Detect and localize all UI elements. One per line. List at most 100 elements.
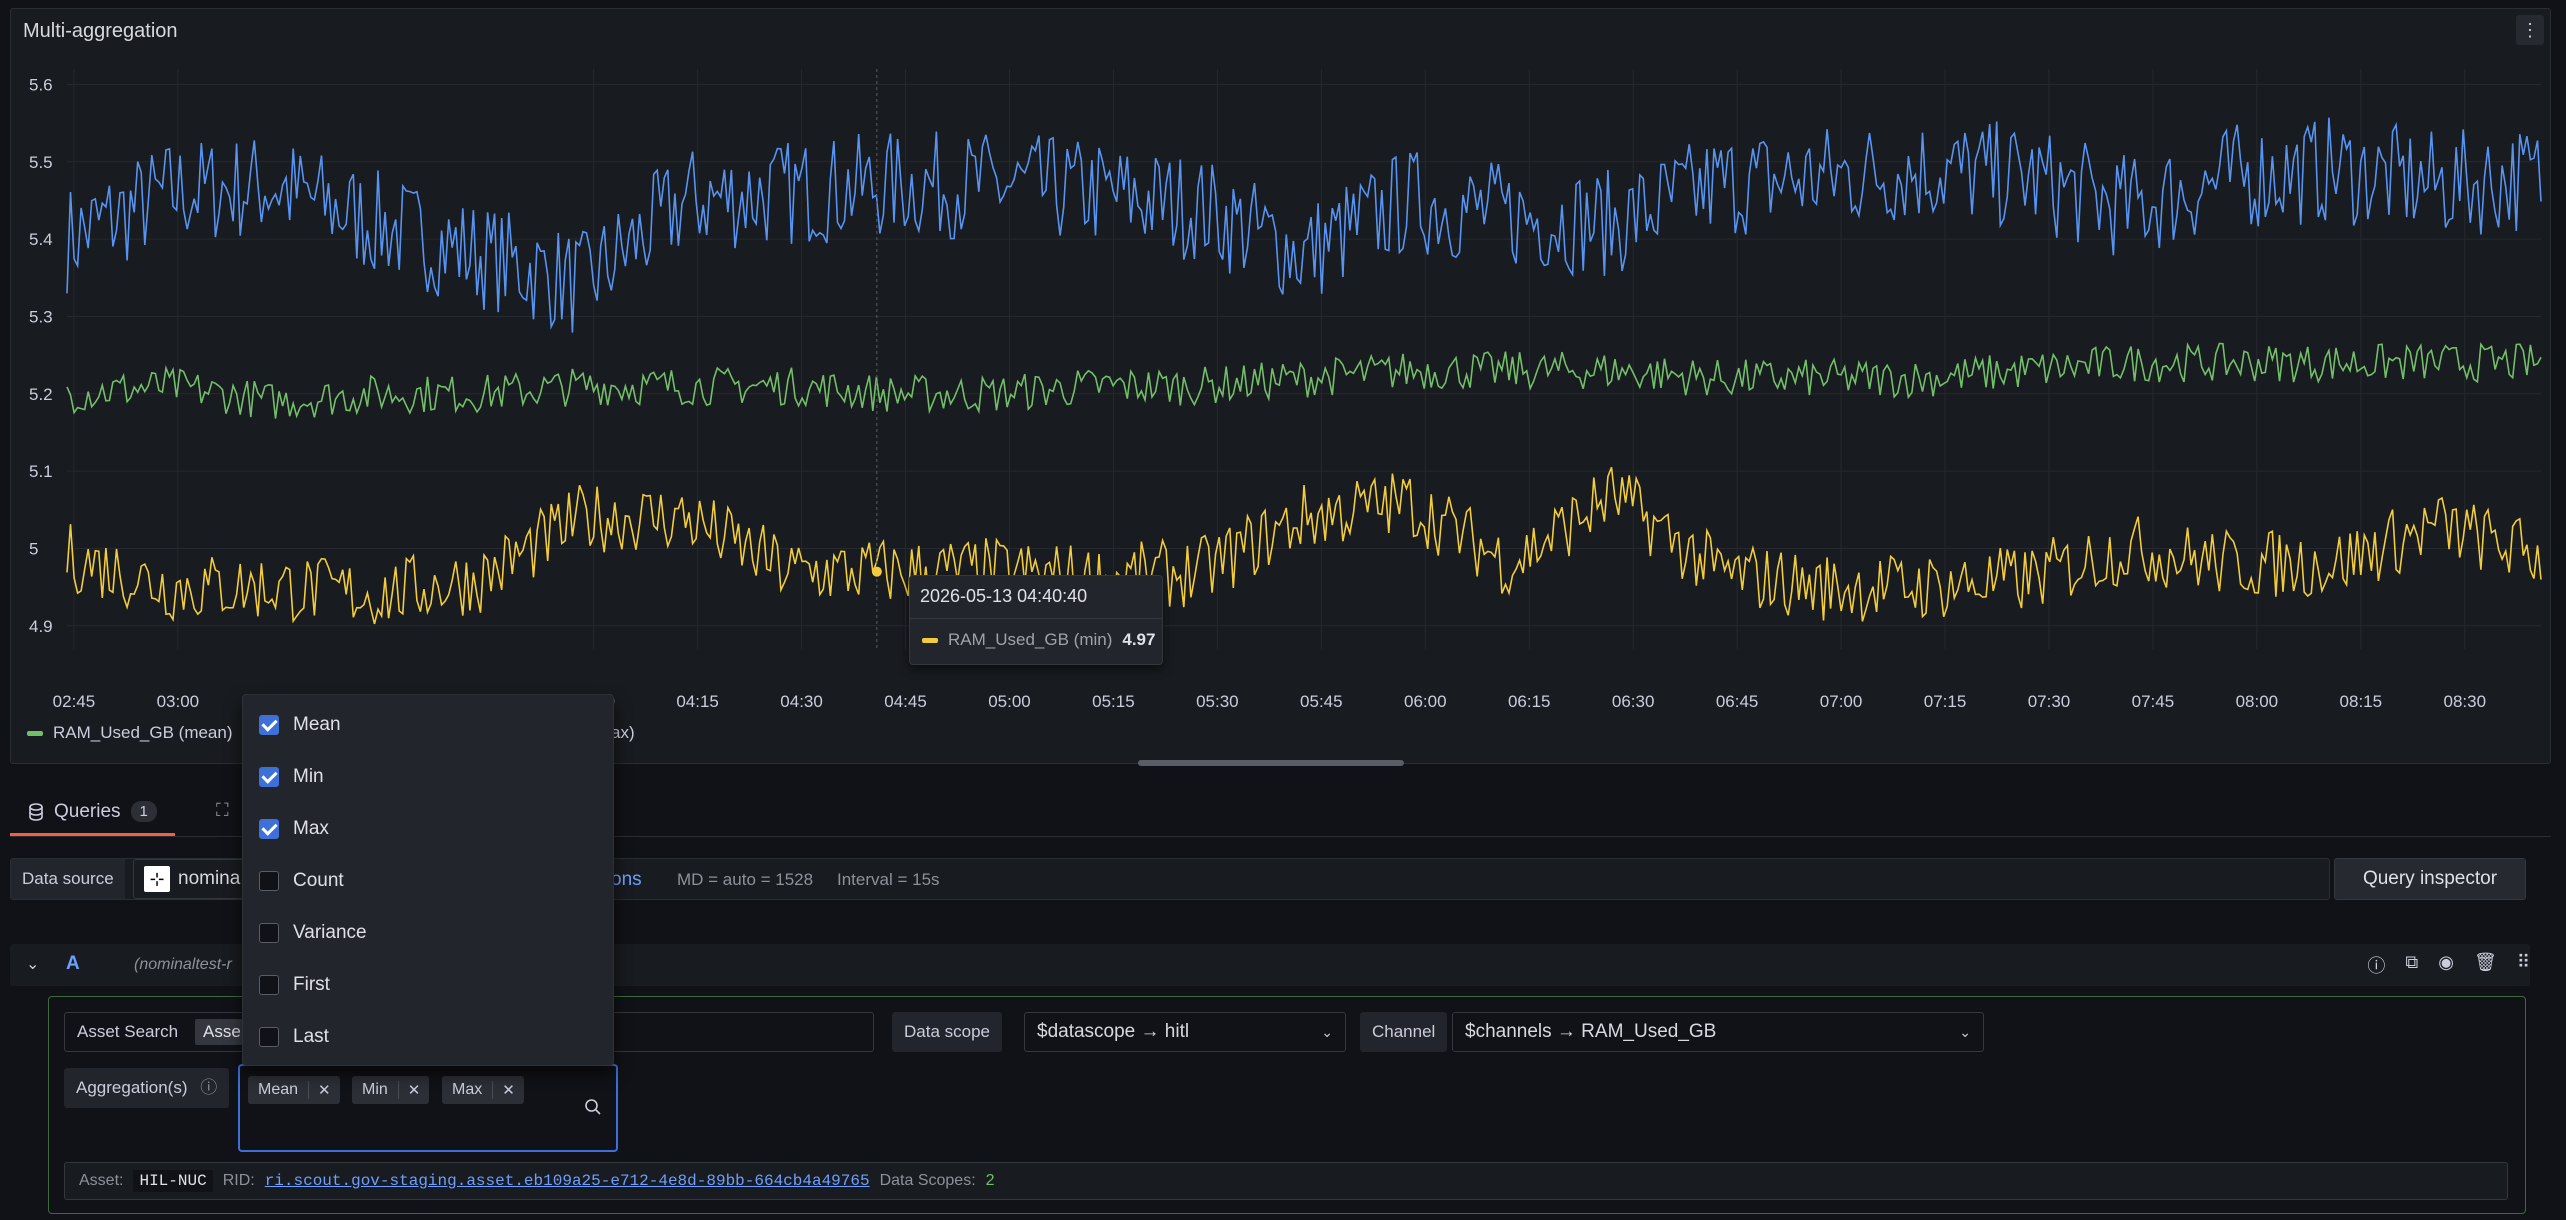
- panel: Multi-aggregation ⋮ 4.9 5 5.1 5.2 5.3 5.4 5.5 5…: [10, 8, 2551, 764]
- x-tick-label: 06:00: [1404, 692, 1447, 709]
- drag-handle-icon[interactable]: ⠿: [2517, 952, 2530, 978]
- query-description: (nominaltest-r: [134, 956, 232, 973]
- rid-link[interactable]: ri.scout.gov-staging.asset.eb109a25-e712…: [265, 1172, 870, 1190]
- search-icon: [585, 1099, 601, 1115]
- datascopes-count: 2: [985, 1172, 995, 1189]
- asset-label: Asset:: [79, 1172, 124, 1189]
- query-actions: ⓘ ⧉ ◉ 🗑 ⠿: [2367, 952, 2530, 978]
- query-letter[interactable]: A: [66, 953, 80, 975]
- query-options-link[interactable]: ons: [611, 869, 642, 891]
- tooltip-series: RAM_Used_GB (min): [948, 630, 1113, 649]
- x-tick-label: 03:00: [157, 692, 200, 709]
- y-tick-label: 5.4: [29, 230, 53, 249]
- datasource-name: nomina: [178, 868, 241, 889]
- dropdown-item-variance[interactable]: Variance: [259, 913, 367, 953]
- chevron-down-icon: ⌄: [1959, 1024, 1971, 1040]
- x-tick-label: 07:45: [2132, 692, 2175, 709]
- y-tick-label: 5.3: [29, 307, 53, 326]
- line-chart[interactable]: 4.955.15.25.35.45.55.602:4503:0004:0004:…: [11, 9, 2552, 709]
- datascope-label: Data scope: [892, 1012, 1002, 1052]
- rid-label: RID:: [222, 1172, 255, 1189]
- channel-select[interactable]: $channels → RAM_Used_GB ⌄: [1452, 1012, 1984, 1052]
- close-icon[interactable]: ✕: [399, 1081, 430, 1099]
- max-datapoints: MD = auto = 1528: [677, 870, 814, 889]
- dropdown-item-first[interactable]: First: [259, 965, 330, 1005]
- x-tick-label: 07:30: [2028, 692, 2071, 709]
- x-tick-label: 04:45: [884, 692, 927, 709]
- dropdown-item-label: Max: [293, 818, 329, 839]
- datasource-label: Data source: [11, 859, 125, 899]
- collapse-chevron-icon[interactable]: ⌄: [26, 954, 39, 974]
- info-icon[interactable]: ⓘ: [200, 1078, 217, 1097]
- asset-info-bar: Asset: HIL-NUC RID: ri.scout.gov-staging…: [64, 1162, 2508, 1200]
- duplicate-icon[interactable]: ⧉: [2405, 952, 2418, 978]
- panel-resize-handle[interactable]: [1138, 760, 1404, 766]
- series-line-1: [66, 342, 2542, 419]
- chevron-down-icon: ⌄: [1321, 1024, 1333, 1040]
- x-tick-label: 05:15: [1092, 692, 1135, 709]
- y-tick-label: 5.6: [29, 75, 53, 94]
- aggregation-label-text: Aggregation(s): [76, 1078, 188, 1097]
- dropdown-item-min[interactable]: Min: [259, 757, 324, 797]
- x-tick-label: 06:45: [1716, 692, 1759, 709]
- legend-item-tail[interactable]: ax): [611, 723, 635, 743]
- aggregation-label: Aggregation(s) ⓘ: [64, 1068, 230, 1108]
- close-icon[interactable]: ✕: [493, 1081, 524, 1099]
- checkbox[interactable]: [259, 871, 279, 891]
- y-tick-label: 4.9: [29, 617, 53, 636]
- close-icon[interactable]: ✕: [309, 1081, 340, 1099]
- x-tick-label: 05:45: [1300, 692, 1343, 709]
- nominal-logo-icon: ⊹: [144, 866, 170, 892]
- aggregation-dropdown: Mean Min Max Count Variance First Last: [242, 694, 614, 1066]
- channel-label: Channel: [1360, 1012, 1448, 1052]
- y-tick-label: 5.1: [29, 462, 53, 481]
- x-tick-label: 08:15: [2340, 692, 2383, 709]
- asset-value: HIL-NUC: [133, 1170, 213, 1192]
- channel-value: $channels → RAM_Used_GB: [1465, 1021, 1717, 1042]
- datascopes-label: Data Scopes:: [879, 1172, 976, 1189]
- x-tick-label: 06:15: [1508, 692, 1551, 709]
- datascope-select[interactable]: $datascope → hitl ⌄: [1024, 1012, 1346, 1052]
- legend-item-mean[interactable]: RAM_Used_GB (mean): [53, 723, 233, 743]
- dropdown-item-count[interactable]: Count: [259, 861, 344, 901]
- x-tick-label: 06:30: [1612, 692, 1655, 709]
- checkbox[interactable]: [259, 819, 279, 839]
- x-tick-label: 08:00: [2236, 692, 2279, 709]
- x-tick-label: 04:15: [676, 692, 719, 709]
- trash-icon[interactable]: 🗑: [2474, 952, 2497, 978]
- legend[interactable]: RAM_Used_GB (mean): [27, 723, 233, 743]
- legend-swatch: [27, 730, 43, 736]
- series-line-2: [66, 467, 2542, 625]
- chip-label: Mean: [248, 1081, 310, 1099]
- x-tick-label: 07:15: [1924, 692, 1967, 709]
- help-icon[interactable]: ⓘ: [2367, 952, 2385, 978]
- x-tick-label: 02:45: [53, 692, 96, 709]
- dropdown-item-label: Min: [293, 766, 324, 787]
- dropdown-item-mean[interactable]: Mean: [259, 705, 341, 745]
- y-tick-label: 5: [29, 539, 38, 558]
- checkbox[interactable]: [259, 975, 279, 995]
- dropdown-item-max[interactable]: Max: [259, 809, 329, 849]
- chart-tooltip: 2026-05-13 04:40:40 RAM_Used_GB (min) 4.…: [909, 575, 1163, 665]
- eye-icon[interactable]: ◉: [2438, 952, 2454, 978]
- asset-search-option[interactable]: Asset Search: [77, 1022, 178, 1042]
- x-tick-label: 04:30: [780, 692, 823, 709]
- x-tick-label: 05:30: [1196, 692, 1239, 709]
- checkbox[interactable]: [259, 715, 279, 735]
- transform-icon[interactable]: ⛶: [216, 800, 229, 821]
- checkbox[interactable]: [259, 767, 279, 787]
- tooltip-row: RAM_Used_GB (min) 4.97: [922, 630, 1155, 650]
- datascope-value: $datascope → hitl: [1037, 1021, 1190, 1042]
- y-tick-label: 5.2: [29, 385, 53, 404]
- tab-queries-label: Queries: [54, 800, 121, 822]
- checkbox[interactable]: [259, 1027, 279, 1047]
- checkbox[interactable]: [259, 923, 279, 943]
- query-inspector-button[interactable]: Query inspector: [2334, 858, 2526, 900]
- tab-queries[interactable]: Queries 1: [10, 790, 175, 836]
- dropdown-item-label: Variance: [293, 922, 367, 943]
- interval: Interval = 15s: [837, 870, 940, 889]
- dropdown-item-last[interactable]: Last: [259, 1017, 329, 1057]
- datasource-picker[interactable]: ⊹ nomina: [133, 859, 253, 899]
- aggregation-multiselect[interactable]: Mean ✕ Min ✕ Max ✕: [238, 1064, 618, 1152]
- asset-option[interactable]: Asse: [195, 1019, 249, 1045]
